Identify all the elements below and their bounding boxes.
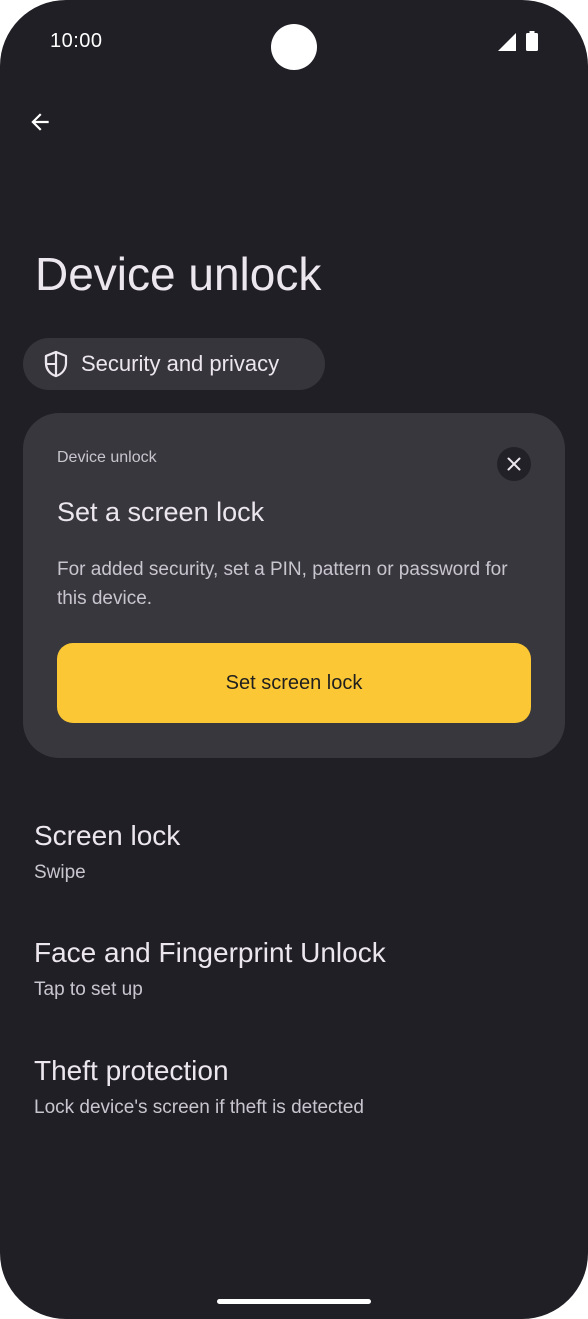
home-indicator[interactable] <box>217 1299 371 1304</box>
shield-icon <box>44 350 68 378</box>
item-subtitle: Tap to set up <box>34 979 143 1000</box>
page-title: Device unlock <box>35 248 322 300</box>
set-screen-lock-button[interactable]: Set screen lock <box>57 643 531 723</box>
status-time: 10:00 <box>50 30 103 52</box>
close-icon <box>507 457 521 471</box>
settings-item-screen-lock[interactable]: Screen lock Swipe <box>0 820 588 920</box>
arrow-left-icon <box>31 113 49 131</box>
item-subtitle: Swipe <box>34 862 86 883</box>
suggestion-card: Device unlock Set a screen lock For adde… <box>23 413 565 758</box>
item-title: Face and Fingerprint Unlock <box>34 937 386 968</box>
phone-screen: 10:00 Device unlock Security and privacy… <box>0 0 588 1319</box>
item-title: Screen lock <box>34 820 181 851</box>
item-subtitle: Lock device's screen if theft is detecte… <box>34 1097 364 1118</box>
back-button[interactable] <box>18 100 62 144</box>
breadcrumb-chip-security-and-privacy[interactable]: Security and privacy <box>23 338 325 390</box>
settings-item-face-and-fingerprint-unlock[interactable]: Face and Fingerprint Unlock Tap to set u… <box>0 937 588 1037</box>
item-title: Theft protection <box>34 1055 229 1086</box>
card-body: For added security, set a PIN, pattern o… <box>57 559 508 609</box>
cell-signal-icon <box>498 33 516 51</box>
card-eyebrow: Device unlock <box>57 449 157 466</box>
settings-item-theft-protection[interactable]: Theft protection Lock device's screen if… <box>0 1055 588 1155</box>
battery-icon <box>526 31 538 51</box>
status-bar: 10:00 <box>0 0 588 84</box>
breadcrumb-label: Security and privacy <box>81 351 280 376</box>
card-close-button[interactable] <box>497 447 531 481</box>
card-title: Set a screen lock <box>57 497 265 527</box>
camera-cutout <box>271 24 317 70</box>
